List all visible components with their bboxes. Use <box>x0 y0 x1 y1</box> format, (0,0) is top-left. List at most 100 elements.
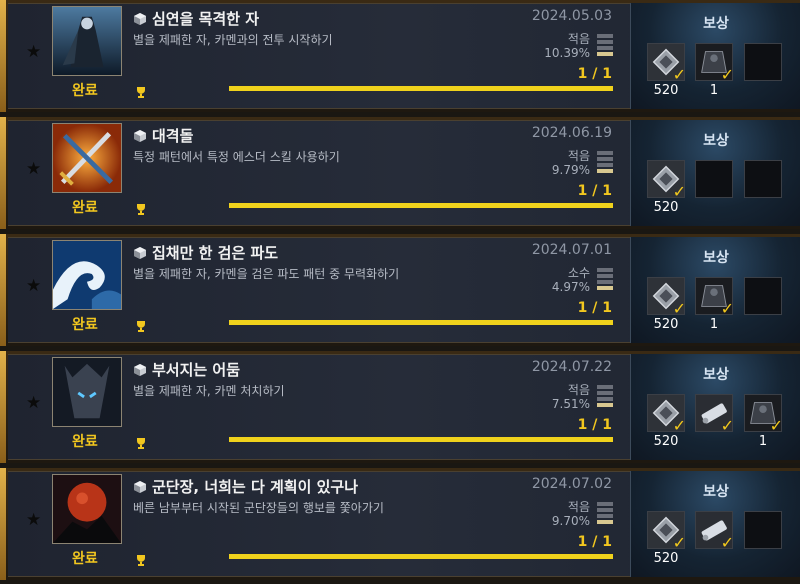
rarity-stack-icon <box>597 34 613 60</box>
reward-count: 520 <box>653 200 679 215</box>
achievement-row[interactable]: ★ 완료 군단장, 너희는 다 계획이 있구나베른 남부부터 시작된 군단장들의 행… <box>0 468 800 580</box>
reward-panel: 보상 ✓ 520 ✓ 1 <box>630 237 800 343</box>
status-label: 완료 <box>72 83 98 99</box>
progress-text: 1 / 1 <box>577 66 612 82</box>
reward-slot[interactable]: ✓ <box>744 394 783 434</box>
cube-icon <box>133 479 147 493</box>
reward-count: 1 <box>758 434 768 449</box>
reward-title: 보상 <box>703 16 729 32</box>
completion-date: 2024.05.03 <box>531 8 612 24</box>
check-icon: ✓ <box>672 65 686 84</box>
check-icon: ✓ <box>720 416 734 435</box>
cube-icon <box>133 362 147 376</box>
dark-helm-icon <box>52 357 122 427</box>
progress-fill <box>229 320 613 325</box>
reward-title: 보상 <box>703 484 729 500</box>
reward-slot[interactable]: ✓ <box>647 160 686 201</box>
reward-slot[interactable]: ✓ <box>647 277 686 317</box>
reward-slot[interactable]: ✓ <box>647 43 686 84</box>
rarity-percent: 4.97% <box>551 280 590 294</box>
trophy-icon <box>135 200 147 215</box>
rarity-label: 적음 <box>567 32 590 46</box>
star-icon[interactable]: ★ <box>26 278 41 295</box>
reward-slot <box>744 277 782 315</box>
check-icon: ✓ <box>672 182 686 201</box>
reward-panel: 보상 ✓ 520 ✓ ✓ 1 <box>630 354 800 460</box>
reward-count: 520 <box>653 317 679 332</box>
crossed-swords-icon <box>52 123 122 193</box>
star-icon[interactable]: ★ <box>26 44 41 61</box>
row-accent-bar <box>0 468 6 580</box>
reward-title: 보상 <box>703 250 729 266</box>
check-icon: ✓ <box>720 299 734 318</box>
trophy-icon <box>135 551 147 566</box>
rarity-percent: 10.39% <box>544 46 590 60</box>
progress-fill <box>229 86 613 91</box>
progress-fill <box>229 437 613 442</box>
progress-bar <box>229 437 613 442</box>
achievement-row[interactable]: ★ 완료 집채만 한 검은 파도 별을 제패한 자, 카멘을 검은 파도 패턴 중 무… <box>0 234 800 346</box>
trophy-icon <box>135 317 147 332</box>
rarity-label: 적음 <box>567 149 590 163</box>
star-icon[interactable]: ★ <box>26 161 41 178</box>
reward-count: 520 <box>653 83 679 98</box>
progress-text: 1 / 1 <box>577 300 612 316</box>
reward-slot[interactable]: ✓ <box>695 511 734 552</box>
reward-panel: 보상 ✓ 520 <box>630 120 800 226</box>
check-icon: ✓ <box>672 416 686 435</box>
progress-bar <box>229 320 613 325</box>
achievement-title: 대격돌 <box>152 127 194 145</box>
reward-slot <box>695 160 733 198</box>
cube-icon <box>133 11 147 25</box>
red-moon-icon <box>52 474 122 544</box>
achievement-title: 부서지는 어둠 <box>152 361 241 379</box>
rarity-percent: 9.70% <box>551 514 590 528</box>
achievement-title: 군단장, 너희는 다 계획이 있구나 <box>152 478 358 496</box>
status-label: 완료 <box>72 200 98 216</box>
star-icon[interactable]: ★ <box>26 512 41 529</box>
reward-slot[interactable]: ✓ <box>647 394 686 435</box>
achievement-row[interactable]: ★ 완료 심연을 목격한 자 별을 제패한 자, 카멘과의 전투 시작하기 2024.0… <box>0 0 800 112</box>
check-icon: ✓ <box>720 65 734 84</box>
reward-slot <box>744 511 782 549</box>
reward-slot[interactable]: ✓ <box>695 277 734 318</box>
achievement-description: 특정 패턴에서 특정 에스더 스킬 사용하기 <box>133 150 340 164</box>
reward-slot[interactable]: ✓ <box>647 511 686 552</box>
star-icon[interactable]: ★ <box>26 395 41 412</box>
rarity-percent: 7.51% <box>551 397 590 411</box>
rarity-stack-icon <box>597 151 613 177</box>
reward-slot[interactable]: ✓ <box>695 394 734 435</box>
achievement-title: 집채만 한 검은 파도 <box>152 244 279 262</box>
rarity-label: 적음 <box>567 500 590 514</box>
progress-fill <box>229 203 613 208</box>
reward-panel: 보상 ✓ 520 ✓ 1 <box>630 3 800 109</box>
achievement-row[interactable]: ★ 완료 부서지는 어둠 별을 제패한 자, 카멘 처치하기 2024.07.22 적음 7… <box>0 351 800 463</box>
reward-slot <box>744 43 782 81</box>
progress-bar <box>229 203 613 208</box>
cube-icon <box>133 245 147 259</box>
reward-panel: 보상 ✓ 520 ✓ <box>630 471 800 577</box>
row-accent-bar <box>0 351 6 463</box>
progress-text: 1 / 1 <box>577 183 612 199</box>
check-icon: ✓ <box>720 533 734 552</box>
status-label: 완료 <box>72 551 98 567</box>
reward-title: 보상 <box>703 367 729 383</box>
achievement-row[interactable]: ★ 완료 대격돌특정 패턴에서 특정 에스더 스킬 사용하기 2024.06.19 적음… <box>0 117 800 229</box>
rarity-stack-icon <box>597 268 613 294</box>
trophy-icon <box>135 434 147 449</box>
check-icon: ✓ <box>672 533 686 552</box>
completion-date: 2024.06.19 <box>531 125 612 141</box>
progress-text: 1 / 1 <box>577 417 612 433</box>
achievement-description: 베른 남부부터 시작된 군단장들의 행보를 쫓아가기 <box>133 501 384 515</box>
reward-slot[interactable]: ✓ <box>695 43 734 84</box>
reward-count: 1 <box>709 83 719 98</box>
achievement-description: 별을 제패한 자, 카멘과의 전투 시작하기 <box>133 33 333 47</box>
dark-knight-icon <box>52 6 122 76</box>
reward-title: 보상 <box>703 133 729 149</box>
rarity-label: 소수 <box>567 266 590 280</box>
reward-count: 520 <box>653 434 679 449</box>
progress-bar <box>229 554 613 559</box>
reward-count: 520 <box>653 551 679 566</box>
completion-date: 2024.07.22 <box>531 359 612 375</box>
row-accent-bar <box>0 117 6 229</box>
